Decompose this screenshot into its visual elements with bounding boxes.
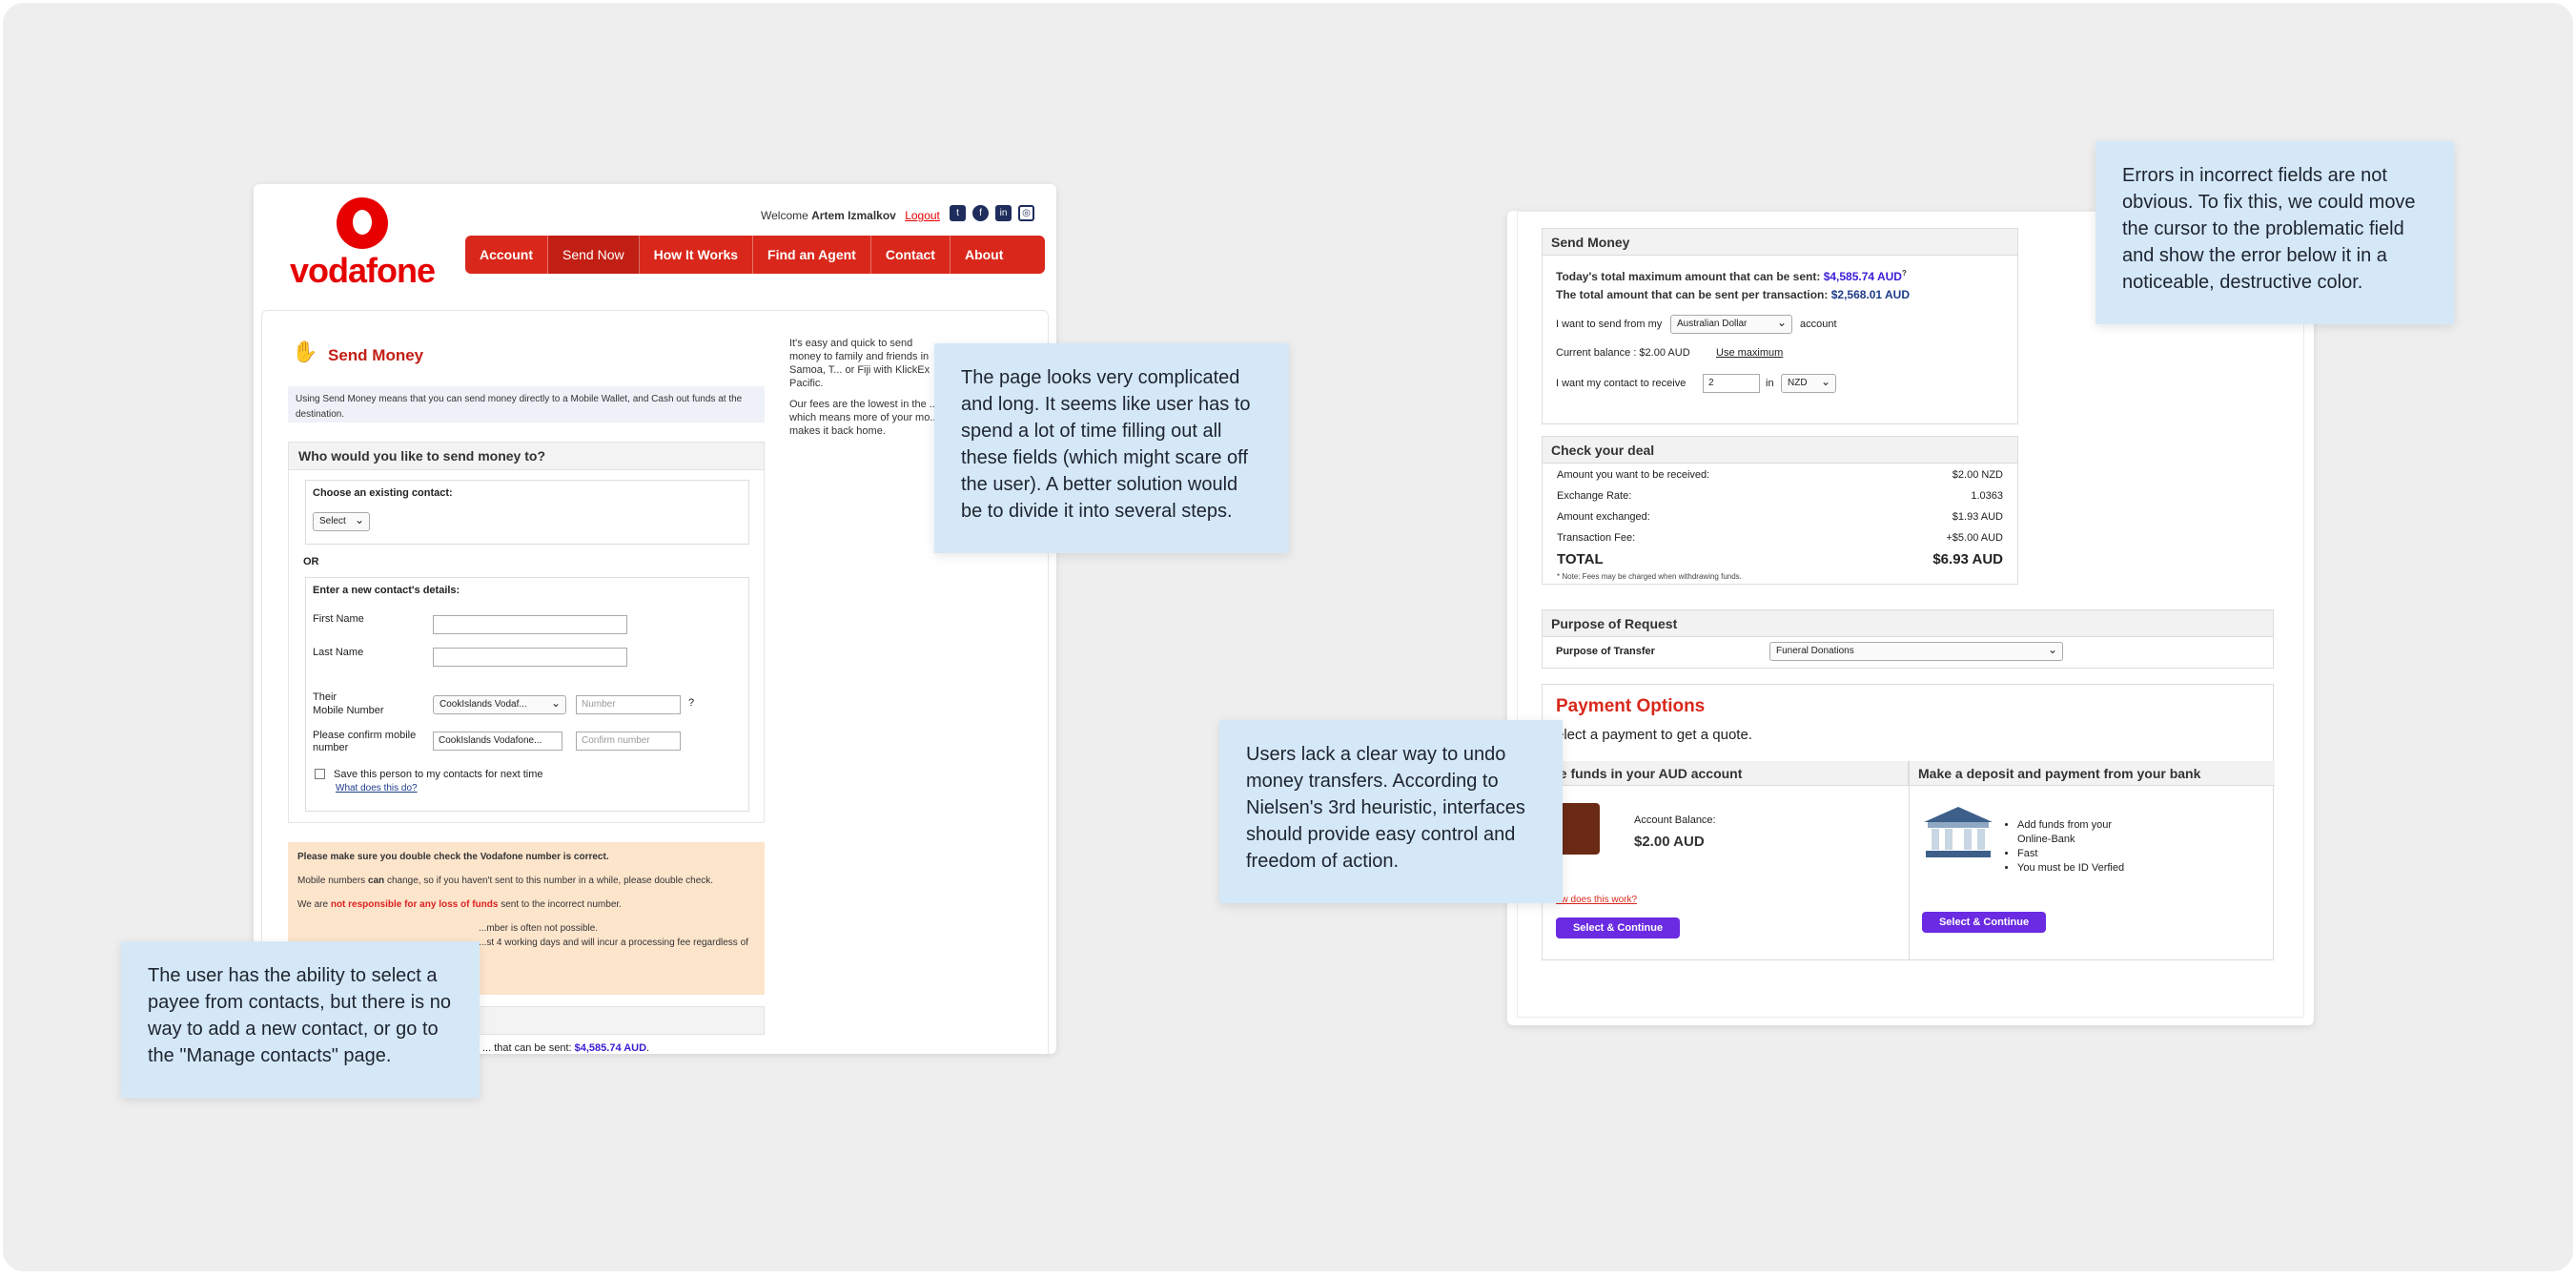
left-screenshot: vodafone Welcome Artem Izmalkov Logout t… xyxy=(254,184,1056,1054)
deal-row: Amount exchanged: $1.93 AUD xyxy=(1557,511,2003,523)
facebook-icon[interactable]: f xyxy=(972,205,989,221)
country-select[interactable]: CookIslands Vodaf... xyxy=(433,695,566,714)
their-label: Their xyxy=(313,691,337,703)
select-continue-bank-button[interactable]: Select & Continue xyxy=(1922,912,2046,933)
purpose-header: Purpose of Request xyxy=(1543,610,2273,637)
confirm-mobile-label: Please confirm mobile number xyxy=(313,730,417,753)
vodafone-logo[interactable]: vodafone xyxy=(286,197,439,291)
current-balance: Current balance : $2.00 AUD xyxy=(1556,347,1690,359)
how-does-this-work-link[interactable]: ow does this work? xyxy=(1556,895,1637,905)
nav-about[interactable]: About xyxy=(951,236,1017,274)
deal-panel: Check your deal Amount you want to be re… xyxy=(1542,436,2018,585)
user-name: Artem Izmalkov xyxy=(811,209,896,222)
nav-find-an-agent[interactable]: Find an Agent xyxy=(753,236,871,274)
vodafone-speechmark-icon xyxy=(337,197,388,249)
save-contact-checkbox[interactable] xyxy=(315,769,325,779)
welcome-line: Welcome Artem Izmalkov Logout xyxy=(761,209,940,222)
column-divider xyxy=(1909,761,1910,959)
deal-row: Exchange Rate: 1.0363 xyxy=(1557,490,2003,502)
what-does-this-do-link[interactable]: What does this do? xyxy=(336,783,418,794)
max-amount-fragment: ... that can be sent: $4,585.74 AUD. xyxy=(482,1042,650,1054)
send-money-panel: Send Money Today's total maximum amount … xyxy=(1542,228,2018,424)
currency-to-select[interactable]: NZD xyxy=(1781,374,1836,393)
intro-text: Using Send Money means that you can send… xyxy=(288,386,765,423)
purpose-select[interactable]: Funeral Donations xyxy=(1769,642,2063,661)
first-name-label: First Name xyxy=(313,613,364,625)
payment-options-title: Payment Options xyxy=(1556,696,1706,716)
first-name-input[interactable] xyxy=(433,615,627,634)
right-screenshot: Send Money Today's total maximum amount … xyxy=(1507,211,2314,1025)
confirm-country-input[interactable]: CookIslands Vodafone... xyxy=(433,732,562,751)
nav-send-now[interactable]: Send Now xyxy=(548,236,640,274)
note-contacts: The user has the ability to select a pay… xyxy=(121,941,480,1098)
note-complexity: The page looks very complicated and long… xyxy=(934,343,1289,553)
account-balance-value: $2.00 AUD xyxy=(1634,834,1705,850)
purpose-label: Purpose of Transfer xyxy=(1556,646,1655,657)
bank-icon xyxy=(1924,807,1993,857)
bank-column-header: Make a deposit and payment from your ban… xyxy=(1909,761,2275,786)
last-name-input[interactable] xyxy=(433,648,627,667)
in-label: in xyxy=(1766,378,1774,389)
new-contact-label: Enter a new contact's details: xyxy=(313,585,460,596)
contact-select[interactable]: Select xyxy=(313,512,370,531)
select-continue-aud-button[interactable]: Select & Continue xyxy=(1556,917,1680,938)
fee-note: * Note: Fees may be charged when withdra… xyxy=(1557,572,1742,581)
use-maximum-link[interactable]: Use maximum xyxy=(1716,347,1783,359)
twitter-icon[interactable]: t xyxy=(950,205,966,221)
deal-total: TOTAL $6.93 AUD xyxy=(1557,551,2003,567)
receive-label: I want my contact to receive xyxy=(1556,378,1687,389)
account-label: account xyxy=(1800,319,1837,330)
deal-row: Amount you want to be received: $2.00 NZD xyxy=(1557,469,2003,481)
canvas: vodafone Welcome Artem Izmalkov Logout t… xyxy=(3,3,2573,1271)
linkedin-icon[interactable]: in xyxy=(995,205,1012,221)
brand-name: vodafone xyxy=(289,251,436,290)
receive-amount-input[interactable]: 2 xyxy=(1703,374,1760,393)
number-input[interactable]: Number xyxy=(576,695,681,714)
save-contact-label: Save this person to my contacts for next… xyxy=(334,769,543,780)
social-links: t f in ◎ xyxy=(950,205,1034,221)
send-money-hand-icon: ✋ xyxy=(292,340,318,363)
currency-from-select[interactable]: Australian Dollar xyxy=(1670,315,1792,334)
payment-options-panel: Payment Options elect a payment to get a… xyxy=(1542,684,2275,960)
note-undo: Users lack a clear way to undo money tra… xyxy=(1219,720,1563,903)
or-label: OR xyxy=(303,556,319,567)
choose-existing-label: Choose an existing contact: xyxy=(313,487,453,499)
deal-row: Transaction Fee: +$5.00 AUD xyxy=(1557,532,2003,544)
purpose-panel: Purpose of Request Purpose of Transfer F… xyxy=(1542,609,2274,669)
bank-benefits-list: Add funds from your Online-Bank Fast You… xyxy=(2004,818,2128,876)
instagram-icon[interactable]: ◎ xyxy=(1018,205,1034,221)
send-money-header: Send Money xyxy=(1543,229,2017,256)
max-transaction-line: The total amount that can be sent per tr… xyxy=(1556,288,1910,301)
account-balance-label: Account Balance: xyxy=(1634,814,1716,826)
page-title: Send Money xyxy=(328,346,424,364)
max-total-line: Today's total maximum amount that can be… xyxy=(1556,269,1907,283)
aud-account-column-header: se funds in your AUD account xyxy=(1543,761,1909,786)
send-from-label: I want to send from my xyxy=(1556,319,1663,330)
nav-account[interactable]: Account xyxy=(465,236,548,274)
logout-link[interactable]: Logout xyxy=(905,209,940,222)
section-title: Who would you like to send money to? xyxy=(288,442,765,470)
side-info: It's easy and quick to send money to fam… xyxy=(789,338,939,437)
nav-how-it-works[interactable]: How It Works xyxy=(640,236,754,274)
confirm-number-input[interactable]: Confirm number xyxy=(576,732,681,751)
nav-contact[interactable]: Contact xyxy=(871,236,951,274)
note-errors: Errors in incorrect fields are not obvio… xyxy=(2096,141,2454,324)
help-question[interactable]: ? xyxy=(688,697,694,709)
deal-header: Check your deal xyxy=(1543,437,2017,464)
last-name-label: Last Name xyxy=(313,647,364,658)
payment-options-subtitle: elect a payment to get a quote. xyxy=(1556,727,1752,743)
main-nav: Account Send Now How It Works Find an Ag… xyxy=(465,236,1045,274)
mobile-number-label: Mobile Number xyxy=(313,705,384,716)
